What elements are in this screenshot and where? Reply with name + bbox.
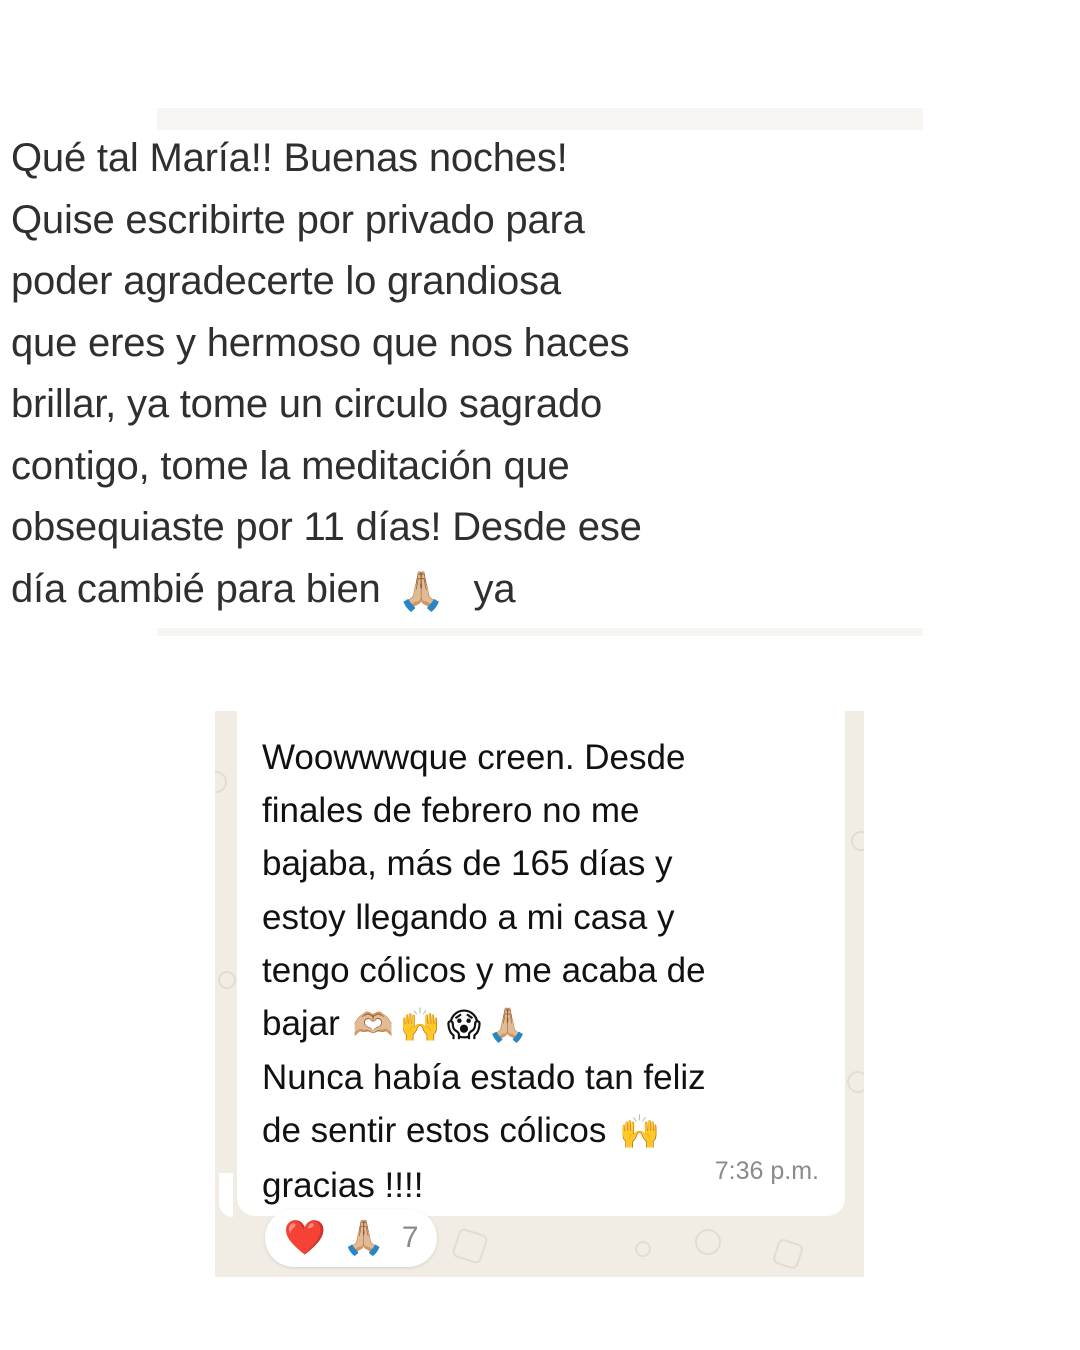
message-bubble[interactable]: Woowwwque creen. Desde finales de febrer… <box>237 711 845 1216</box>
praying-hands-icon: 🙏🏼 <box>342 1219 385 1257</box>
reactions-pill[interactable]: ❤️ 🙏🏼 7 <box>265 1209 437 1267</box>
top-message-text: Qué tal María!! Buenas noches! Quise esc… <box>11 128 791 623</box>
top-edge-strip <box>157 108 923 130</box>
praying-hands-icon: 🙏🏼 <box>487 1006 529 1044</box>
screaming-face-icon: 😱 <box>446 1006 482 1044</box>
heart-icon: ❤️ <box>283 1219 326 1257</box>
top-message-line: brillar, ya tome un circulo sagrado <box>11 382 603 426</box>
reaction-count: 7 <box>401 1221 419 1254</box>
message-text: Woowwwque creen. Desde finales de febrer… <box>262 731 842 1212</box>
praying-hands-icon: 🙏🏼 <box>397 570 445 613</box>
message-line: finales de febrero no me <box>262 791 640 831</box>
message-line: Nunca había estado tan feliz <box>262 1058 706 1098</box>
message-line: Woowwwque creen. Desde <box>262 738 686 777</box>
message-line: de sentir estos cólicos 🙌 <box>262 1104 842 1158</box>
top-message-line-tail: ya <box>473 566 516 611</box>
message-line: estoy llegando a mi casa y <box>262 897 675 937</box>
top-message-line: día cambié para bien 🙏🏼 ya <box>11 559 791 624</box>
top-message-line-text: día cambié para bien <box>11 566 381 611</box>
message-line: bajar 🫶🏼 🙌 😱 🙏🏼 <box>262 997 842 1051</box>
top-message-line: poder agradecerte lo grandiosa <box>11 259 561 303</box>
chat-screenshot: Woowwwque creen. Desde finales de febrer… <box>215 711 864 1277</box>
top-message-line: contigo, tome la meditación que <box>11 443 570 488</box>
wallpaper-doodle <box>215 771 227 793</box>
wallpaper-doodle <box>851 831 864 851</box>
bubble-tail <box>219 1173 233 1217</box>
message-line: bajaba, más de 165 días y <box>262 844 673 884</box>
heart-hands-icon: 🫶🏼 <box>352 1006 394 1044</box>
raising-hands-icon: 🙌 <box>399 1006 441 1044</box>
top-message-line: obsequiaste por 11 días! Desde ese <box>11 505 642 549</box>
wallpaper-doodle <box>847 1071 864 1093</box>
top-message-line: Qué tal María!! Buenas noches! <box>11 136 568 180</box>
wallpaper-doodle <box>451 1227 489 1265</box>
message-line-text: de sentir estos cólicos <box>262 1111 607 1151</box>
top-message-line: Quise escribirte por privado para <box>11 197 585 242</box>
message-line-text: bajar <box>262 1004 340 1044</box>
wallpaper-doodle <box>695 1229 721 1255</box>
message-line: tengo cólicos y me acaba de <box>262 950 706 990</box>
wallpaper-doodle <box>635 1241 651 1257</box>
wallpaper-doodle <box>771 1237 805 1271</box>
top-message-line: que eres y hermoso que nos haces <box>11 320 630 365</box>
message-timestamp: 7:36 p.m. <box>714 1157 819 1185</box>
raising-hands-icon: 🙌 <box>619 1113 661 1151</box>
bottom-edge-strip <box>157 628 923 636</box>
wallpaper-doodle <box>218 971 236 989</box>
